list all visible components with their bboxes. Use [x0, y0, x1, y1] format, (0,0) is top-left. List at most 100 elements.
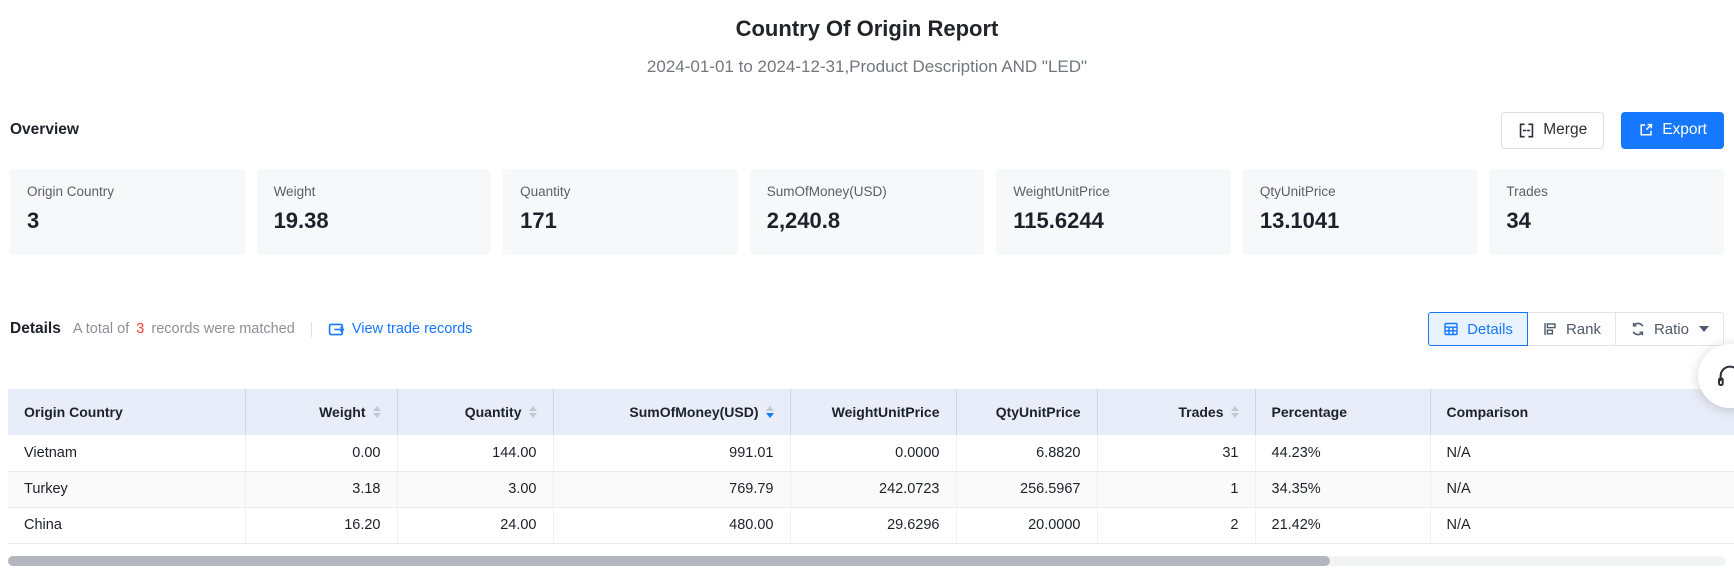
cell-qty-unit-price: 256.5967 — [956, 471, 1097, 507]
column-header-sum-of-money[interactable]: SumOfMoney(USD) — [553, 389, 790, 435]
cell-comparison: N/A — [1430, 471, 1734, 507]
cell-sum-of-money: 480.00 — [553, 507, 790, 543]
details-section-label: Details — [10, 320, 61, 338]
overview-cards: Origin Country 3 Weight 19.38 Quantity 1… — [10, 169, 1724, 255]
summary-prefix: A total of — [73, 321, 129, 337]
view-trade-records-label: View trade records — [352, 321, 473, 337]
table-header-row: Origin Country Weight Quantity SumOfMone… — [8, 389, 1734, 435]
column-header-origin-country: Origin Country — [8, 389, 245, 435]
export-icon — [1638, 122, 1654, 138]
export-button-label: Export — [1662, 121, 1707, 139]
card-value: 115.6244 — [1013, 208, 1214, 234]
overview-card-weight: Weight 19.38 — [257, 169, 492, 255]
column-header-quantity[interactable]: Quantity — [397, 389, 553, 435]
overview-card-qty-unit-price: QtyUnitPrice 13.1041 — [1243, 169, 1478, 255]
table-row-china[interactable]: China 16.20 24.00 480.00 29.6296 20.0000… — [8, 507, 1734, 543]
sort-icon-descending-active[interactable] — [766, 406, 774, 418]
sort-icon[interactable] — [373, 406, 381, 418]
cell-weight: 3.18 — [245, 471, 397, 507]
view-mode-details-button[interactable]: Details — [1428, 312, 1528, 346]
cell-origin-country: China — [8, 507, 245, 543]
view-mode-ratio-button[interactable]: Ratio — [1615, 312, 1724, 346]
horizontal-scrollbar-thumb[interactable] — [8, 556, 1330, 566]
card-value: 171 — [520, 208, 721, 234]
column-header-weight[interactable]: Weight — [245, 389, 397, 435]
cell-quantity: 3.00 — [397, 471, 553, 507]
view-mode-switcher: Details Rank Ratio — [1428, 312, 1724, 346]
cell-weight-unit-price: 29.6296 — [790, 507, 956, 543]
column-header-comparison: Comparison — [1430, 389, 1734, 435]
cell-comparison: N/A — [1430, 507, 1734, 543]
cell-trades: 2 — [1097, 507, 1255, 543]
details-table-wrapper: Origin Country Weight Quantity SumOfMone… — [8, 389, 1734, 544]
headset-icon — [1715, 361, 1734, 391]
merge-button-label: Merge — [1543, 121, 1587, 139]
cell-comparison: N/A — [1430, 435, 1734, 471]
card-value: 3 — [27, 208, 228, 234]
divider — [311, 322, 312, 337]
trade-records-icon — [328, 321, 345, 338]
cell-qty-unit-price: 20.0000 — [956, 507, 1097, 543]
cell-quantity: 24.00 — [397, 507, 553, 543]
cell-origin-country: Vietnam — [8, 435, 245, 471]
view-mode-rank-button[interactable]: Rank — [1527, 312, 1616, 346]
toolbar-row: Overview Merge Export — [10, 111, 1724, 149]
column-header-weight-unit-price: WeightUnitPrice — [790, 389, 956, 435]
view-mode-ratio-label: Ratio — [1654, 321, 1689, 338]
card-label: QtyUnitPrice — [1260, 184, 1461, 199]
cell-trades: 31 — [1097, 435, 1255, 471]
summary-suffix: records were matched — [151, 321, 294, 337]
details-summary: Details A total of 3 records were matche… — [10, 320, 472, 338]
card-value: 19.38 — [274, 208, 475, 234]
cell-percentage: 21.42% — [1255, 507, 1430, 543]
view-mode-details-label: Details — [1467, 321, 1513, 338]
card-label: Origin Country — [27, 184, 228, 199]
overview-card-quantity: Quantity 171 — [503, 169, 738, 255]
card-label: Weight — [274, 184, 475, 199]
details-table-icon — [1443, 321, 1459, 337]
card-label: Trades — [1506, 184, 1707, 199]
overview-card-origin-country: Origin Country 3 — [10, 169, 245, 255]
cell-trades: 1 — [1097, 471, 1255, 507]
merge-icon — [1518, 122, 1535, 139]
details-table: Origin Country Weight Quantity SumOfMone… — [8, 389, 1734, 544]
card-value: 2,240.8 — [767, 208, 968, 234]
column-header-qty-unit-price: QtyUnitPrice — [956, 389, 1097, 435]
overview-section-label: Overview — [10, 121, 79, 139]
card-label: WeightUnitPrice — [1013, 184, 1214, 199]
sort-icon[interactable] — [529, 406, 537, 418]
column-header-percentage: Percentage — [1255, 389, 1430, 435]
cell-origin-country: Turkey — [8, 471, 245, 507]
overview-card-weight-unit-price: WeightUnitPrice 115.6244 — [996, 169, 1231, 255]
column-header-trades[interactable]: Trades — [1097, 389, 1255, 435]
cell-weight-unit-price: 0.0000 — [790, 435, 956, 471]
cell-sum-of-money: 991.01 — [553, 435, 790, 471]
toolbar-buttons: Merge Export — [1501, 112, 1724, 149]
merge-button[interactable]: Merge — [1501, 112, 1604, 149]
matched-records-count: 3 — [136, 321, 144, 337]
cell-percentage: 44.23% — [1255, 435, 1430, 471]
overview-card-sum-of-money: SumOfMoney(USD) 2,240.8 — [750, 169, 985, 255]
card-label: SumOfMoney(USD) — [767, 184, 968, 199]
cell-qty-unit-price: 6.8820 — [956, 435, 1097, 471]
horizontal-scrollbar-track[interactable] — [8, 556, 1726, 566]
sort-icon[interactable] — [1231, 406, 1239, 418]
rank-icon — [1542, 321, 1558, 337]
cell-sum-of-money: 769.79 — [553, 471, 790, 507]
chevron-down-icon — [1699, 326, 1709, 332]
page-subtitle: 2024-01-01 to 2024-12-31,Product Descrip… — [0, 57, 1734, 77]
cell-quantity: 144.00 — [397, 435, 553, 471]
cell-weight: 16.20 — [245, 507, 397, 543]
view-trade-records-link[interactable]: View trade records — [328, 321, 473, 338]
overview-card-trades: Trades 34 — [1489, 169, 1724, 255]
table-row-vietnam[interactable]: Vietnam 0.00 144.00 991.01 0.0000 6.8820… — [8, 435, 1734, 471]
view-mode-rank-label: Rank — [1566, 321, 1601, 338]
card-label: Quantity — [520, 184, 721, 199]
table-row-turkey[interactable]: Turkey 3.18 3.00 769.79 242.0723 256.596… — [8, 471, 1734, 507]
card-value: 34 — [1506, 208, 1707, 234]
export-button[interactable]: Export — [1621, 112, 1724, 149]
card-value: 13.1041 — [1260, 208, 1461, 234]
details-bar: Details A total of 3 records were matche… — [10, 311, 1724, 347]
cell-percentage: 34.35% — [1255, 471, 1430, 507]
page-title: Country Of Origin Report — [0, 0, 1734, 42]
